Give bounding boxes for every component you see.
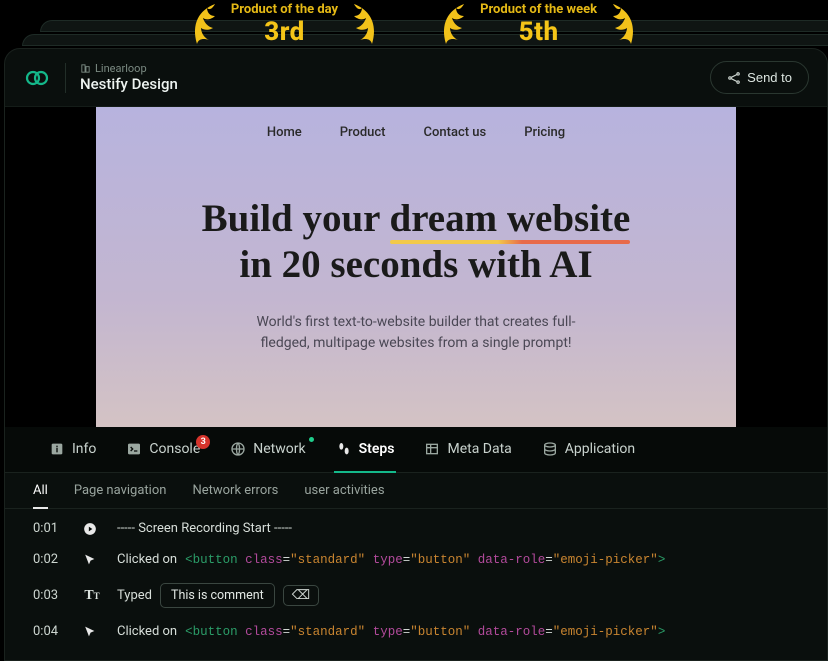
preview-nav-home[interactable]: Home [267,125,302,140]
hero-sub-line1: World's first text-to-website builder th… [202,312,631,333]
step-row[interactable]: 0:01 ----- Screen Recording Start ----- [5,513,827,544]
meta-icon [424,441,440,457]
tab-network[interactable]: Network [230,441,305,460]
hero: Build your dream website in 20 seconds w… [202,196,631,354]
send-to-button[interactable]: Send to [710,61,809,94]
header-divider [65,63,66,93]
preview-nav: Home Product Contact us Pricing [267,125,565,140]
org-icon [80,63,91,74]
app-window: Linearloop Nestify Design Send to Home P… [4,48,828,661]
window-stack-mid [22,34,828,46]
hero-title: Build your dream website in 20 seconds w… [202,196,631,288]
filter-all[interactable]: All [33,483,48,508]
step-prefix: Clicked on [117,552,177,567]
tab-steps[interactable]: Steps [336,441,395,460]
org-name: Linearloop [95,62,147,75]
tab-meta[interactable]: Meta Data [424,441,511,460]
title-block: Linearloop Nestify Design [80,62,178,93]
steps-icon [336,441,352,457]
application-icon [542,441,558,457]
step-content: Clicked on <button class="standard" type… [117,552,665,567]
tab-info[interactable]: Info [49,441,96,460]
step-row[interactable]: 0:02 Clicked on <button class="standard"… [5,544,827,575]
hero-sub: World's first text-to-website builder th… [202,312,631,354]
preview-nav-product[interactable]: Product [340,125,386,140]
send-to-label: Send to [747,70,792,85]
hero-title-underlined: dream website [390,196,631,242]
hero-sub-line2: fledged, multipage websites from a singl… [202,333,631,354]
step-row[interactable]: 0:03 TT Typed This is comment ⌫ [5,575,827,616]
app-header: Linearloop Nestify Design Send to [5,49,827,107]
step-text: ----- Screen Recording Start ----- [117,521,292,536]
backspace-icon: ⌫ [283,585,319,606]
typed-chip: This is comment [160,583,275,608]
hero-title-part2: in 20 seconds with AI [239,243,592,286]
tab-console[interactable]: Console 3 [126,441,200,460]
step-time: 0:04 [33,624,67,639]
filter-tabs: All Page navigation Network errors user … [5,473,827,509]
tab-steps-label: Steps [359,441,395,457]
step-content: Typed This is comment ⌫ [117,583,319,608]
record-icon [83,522,101,536]
filter-network-errors[interactable]: Network errors [192,483,278,508]
preview-nav-contact[interactable]: Contact us [424,125,487,140]
filter-user-activities[interactable]: user activities [304,483,384,508]
award-week-label: Product of the week [480,2,597,17]
site-preview: Home Product Contact us Pricing Build yo… [96,107,736,427]
cursor-icon [83,553,101,566]
tab-meta-label: Meta Data [447,441,511,457]
step-time: 0:02 [33,552,67,567]
type-icon: TT [83,588,101,604]
step-prefix: Clicked on [117,624,177,639]
window-stack-back [40,20,828,32]
preview-nav-pricing[interactable]: Pricing [524,125,565,140]
step-time: 0:01 [33,521,67,536]
tab-application[interactable]: Application [542,441,635,460]
console-badge: 3 [196,435,210,449]
tab-network-label: Network [253,441,305,457]
network-icon [230,441,246,457]
tab-console-label: Console [149,441,200,457]
page-title: Nestify Design [80,75,178,93]
console-icon [126,441,142,457]
preview-area: Home Product Contact us Pricing Build yo… [5,107,827,427]
network-indicator [309,437,314,442]
step-prefix: Typed [117,588,152,603]
share-icon [727,71,741,85]
hero-title-part1: Build your [202,197,390,240]
cursor-icon [83,625,101,638]
tab-info-label: Info [72,441,96,457]
app-logo-icon[interactable] [23,64,51,92]
steps-list: 0:01 ----- Screen Recording Start ----- … [5,509,827,660]
award-day-label: Product of the day [231,2,338,17]
code-snippet: <button class="standard" type="button" d… [185,553,665,567]
info-icon [49,441,65,457]
dev-tabs: Info Console 3 Network Steps Meta Data A… [5,427,827,473]
step-content: Clicked on <button class="standard" type… [117,624,665,639]
code-snippet: <button class="standard" type="button" d… [185,625,665,639]
step-row[interactable]: 0:04 Clicked on <button class="standard"… [5,616,827,647]
step-time: 0:03 [33,588,67,603]
tab-application-label: Application [565,441,635,457]
filter-page-nav[interactable]: Page navigation [74,483,167,508]
